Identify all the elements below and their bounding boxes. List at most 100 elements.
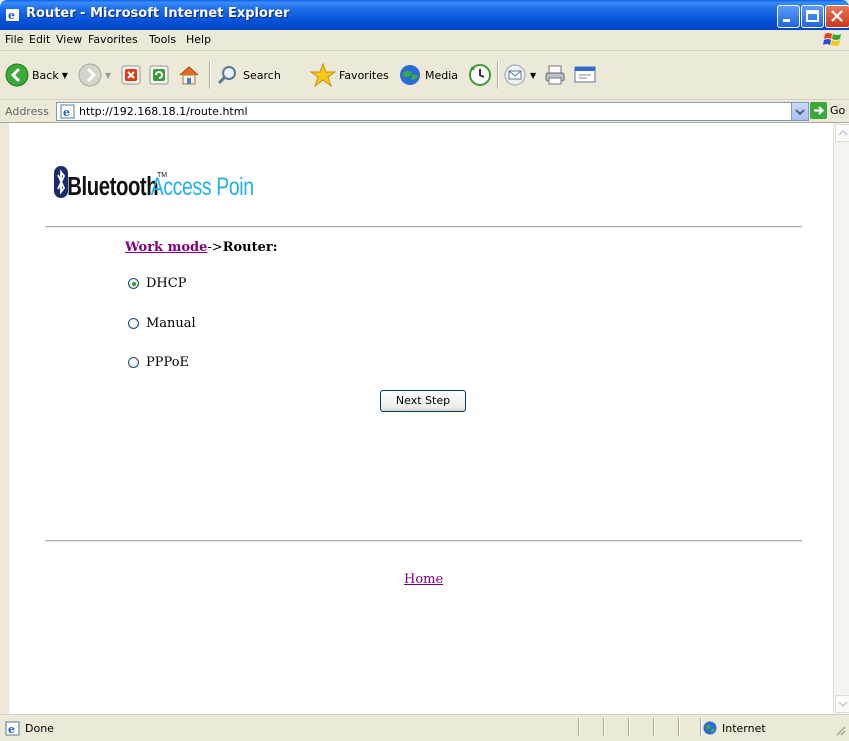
history-button[interactable] [468, 60, 492, 90]
media-icon [400, 65, 420, 85]
chevron-down-icon [795, 109, 805, 116]
radio-dhcp[interactable] [128, 278, 139, 289]
status-pane [678, 718, 701, 736]
svg-text:Bluetooth: Bluetooth [67, 172, 158, 201]
favorites-label: Favorites [339, 68, 389, 82]
menu-edit[interactable]: Edit [29, 33, 50, 46]
refresh-icon [149, 65, 169, 85]
window-title: Router - Microsoft Internet Explorer [26, 6, 290, 21]
option-manual[interactable]: Manual [128, 316, 196, 331]
home-button[interactable] [177, 60, 201, 90]
menu-file[interactable]: File [5, 33, 23, 46]
address-bar: Address e http://192.168.18.1/route.html… [0, 100, 849, 123]
edit-page-icon [574, 66, 596, 83]
home-link[interactable]: Home [404, 572, 443, 587]
search-icon [217, 66, 236, 85]
status-pane [628, 718, 653, 736]
close-icon [831, 10, 843, 22]
address-dropdown-button[interactable] [791, 103, 808, 120]
status-pane [653, 718, 678, 736]
media-button[interactable]: Media [398, 60, 458, 90]
forward-arrow-icon [78, 63, 102, 87]
radio-pppoe[interactable] [128, 357, 139, 368]
menu-help[interactable]: Help [186, 33, 211, 46]
status-bar: e Done Internet [0, 714, 849, 741]
option-label: PPPoE [146, 355, 190, 370]
go-button[interactable]: Go [810, 102, 845, 119]
stop-icon [121, 65, 141, 85]
toolbar-separator [497, 61, 498, 89]
address-input[interactable]: e http://192.168.18.1/route.html [56, 102, 809, 121]
address-url: http://192.168.18.1/route.html [79, 105, 248, 118]
breadcrumb-current: Router: [222, 240, 278, 255]
print-icon [545, 65, 565, 85]
history-icon [469, 64, 491, 86]
work-mode-link[interactable]: Work mode [125, 240, 207, 255]
minimize-button[interactable] [777, 5, 800, 28]
chevron-up-icon [838, 129, 848, 136]
top-divider [45, 226, 802, 228]
toolbar: Back ▼ ▼ Search Favorites Media ▼ [0, 51, 849, 100]
address-label: Address [5, 105, 49, 118]
maximize-icon [806, 10, 819, 22]
ie-icon: e [6, 9, 19, 22]
page-icon: e [60, 104, 75, 119]
window-left-border [0, 123, 9, 714]
status-zone: Internet [703, 721, 766, 735]
menu-bar: File Edit View Favorites Tools Help [0, 30, 849, 51]
forward-dropdown-icon[interactable]: ▼ [105, 71, 111, 80]
back-label: Back [32, 68, 59, 82]
svg-text:e: e [8, 723, 15, 736]
back-dropdown-icon[interactable]: ▼ [62, 71, 68, 80]
windows-logo-icon [823, 33, 841, 46]
mail-dropdown-icon[interactable]: ▼ [530, 71, 536, 80]
option-pppoe[interactable]: PPPoE [128, 355, 189, 370]
minimize-icon [783, 19, 790, 22]
breadcrumb-arrow: -> [207, 240, 223, 255]
status-zone-label: Internet [722, 721, 766, 735]
radio-manual[interactable] [128, 318, 139, 329]
menu-tools[interactable]: Tools [149, 33, 176, 46]
option-label: Manual [146, 316, 196, 331]
page-icon: e [5, 721, 20, 736]
option-dhcp[interactable]: DHCP [128, 276, 186, 291]
media-label: Media [425, 68, 459, 82]
status-done: e Done [5, 721, 54, 736]
home-icon [179, 66, 199, 85]
option-label: DHCP [146, 276, 187, 291]
print-button[interactable] [543, 60, 567, 90]
refresh-button[interactable] [148, 60, 170, 90]
go-arrow-icon [810, 102, 827, 119]
vertical-scrollbar[interactable] [833, 123, 849, 714]
maximize-button[interactable] [801, 5, 824, 28]
svg-text:e: e [63, 106, 70, 119]
menu-favorites[interactable]: Favorites [88, 33, 138, 46]
title-bar[interactable]: e Router - Microsoft Internet Explorer [0, 0, 849, 30]
stop-button[interactable] [120, 60, 142, 90]
favorites-star-icon [310, 63, 336, 87]
favorites-button[interactable]: Favorites [310, 60, 389, 90]
scroll-up-button[interactable] [835, 124, 849, 142]
resize-grip-icon[interactable] [835, 725, 847, 737]
breadcrumb: Work mode->Router: [125, 240, 278, 255]
bluetooth-logo: Bluetooth TM Access Point [54, 166, 254, 201]
edit-button[interactable] [573, 60, 599, 90]
page-content: Bluetooth TM Access Point Work mode->Rou… [9, 123, 833, 714]
menu-view[interactable]: View [56, 33, 82, 46]
search-button[interactable]: Search [216, 60, 281, 90]
close-button[interactable] [825, 5, 849, 28]
chevron-down-icon [838, 701, 848, 708]
forward-button[interactable]: ▼ [78, 60, 111, 90]
status-pane [578, 718, 603, 736]
bottom-divider [45, 540, 802, 542]
go-label: Go [830, 104, 846, 117]
scroll-down-button[interactable] [835, 695, 849, 713]
search-label: Search [243, 68, 281, 82]
mail-button[interactable]: ▼ [503, 60, 536, 90]
back-arrow-icon [5, 63, 29, 87]
mail-icon [504, 64, 526, 86]
status-text: Done [25, 722, 54, 735]
internet-globe-icon [703, 721, 717, 735]
next-step-button[interactable]: Next Step [380, 390, 466, 412]
back-button[interactable]: Back ▼ [5, 60, 68, 90]
